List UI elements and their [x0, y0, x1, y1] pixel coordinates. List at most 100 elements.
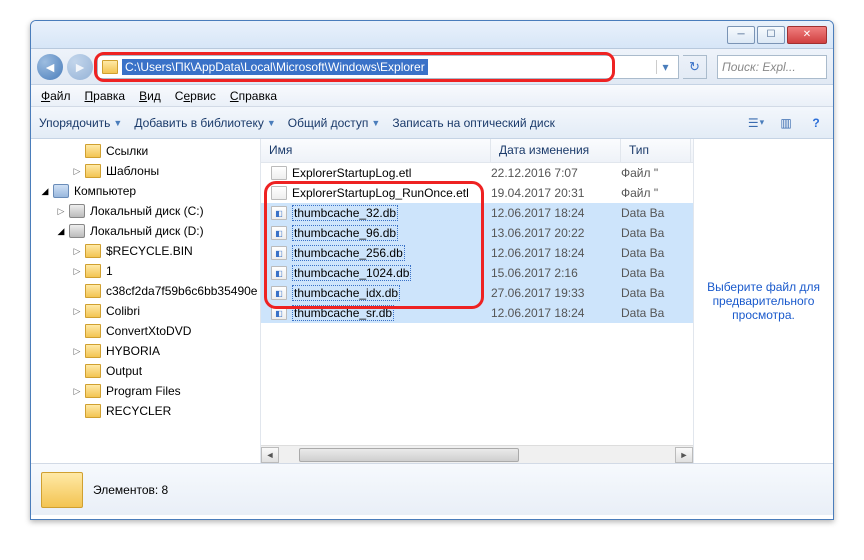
- folder-icon: [85, 144, 101, 158]
- menu-help[interactable]: Справка: [230, 89, 277, 103]
- file-icon: ◧: [271, 306, 287, 320]
- file-icon: [271, 186, 287, 200]
- file-name: thumbcache_1024.db: [292, 265, 411, 281]
- expand-arrow[interactable]: ▷: [71, 306, 83, 317]
- close-button[interactable]: ✕: [787, 26, 827, 44]
- command-bar: Упорядочить ▼ Добавить в библиотеку ▼ Об…: [31, 107, 833, 139]
- file-date: 15.06.2017 2:16: [491, 266, 621, 280]
- address-bar[interactable]: C:\Users\ПК\AppData\Local\Microsoft\Wind…: [97, 55, 679, 79]
- file-name: ExplorerStartupLog.etl: [292, 166, 411, 180]
- file-list: Имя Дата изменения Тип ExplorerStartupLo…: [261, 139, 693, 463]
- address-dropdown[interactable]: ▾: [656, 60, 674, 74]
- scroll-thumb[interactable]: [299, 448, 519, 462]
- tree-label: Colibri: [106, 304, 140, 318]
- titlebar: ─ ☐ ✕: [31, 21, 833, 49]
- expand-arrow[interactable]: ▷: [71, 346, 83, 357]
- view-options-icon[interactable]: ☰▾: [747, 114, 765, 132]
- explorer-window: ─ ☐ ✕ ◄ ► C:\Users\ПК\AppData\Local\Micr…: [30, 20, 834, 520]
- scroll-track[interactable]: [279, 447, 675, 463]
- tree-label: RECYCLER: [106, 404, 171, 418]
- tree-label: HYBORIA: [106, 344, 160, 358]
- expand-arrow[interactable]: ▷: [55, 206, 67, 217]
- tree-node[interactable]: ▷ Colibri: [31, 301, 260, 321]
- expand-arrow[interactable]: ◢: [39, 186, 51, 197]
- file-date: 13.06.2017 20:22: [491, 226, 621, 240]
- nav-tree[interactable]: Ссылки ▷ Шаблоны ◢ Компьютер ▷Локальный диск …: [31, 139, 261, 463]
- help-icon[interactable]: ?: [807, 114, 825, 132]
- tree-node[interactable]: ▷ $RECYCLE.BIN: [31, 241, 260, 261]
- file-icon: ◧: [271, 246, 287, 260]
- add-to-library-button[interactable]: Добавить в библиотеку ▼: [134, 116, 275, 130]
- file-row[interactable]: ◧thumbcache_sr.db12.06.2017 18:24Data Ba: [261, 303, 693, 323]
- address-path: C:\Users\ПК\AppData\Local\Microsoft\Wind…: [122, 59, 428, 75]
- organize-button[interactable]: Упорядочить ▼: [39, 116, 122, 130]
- file-icon: ◧: [271, 226, 287, 240]
- folder-icon: [41, 472, 83, 508]
- menu-view[interactable]: Вид: [139, 89, 161, 103]
- forward-button[interactable]: ►: [67, 54, 93, 80]
- back-button[interactable]: ◄: [37, 54, 63, 80]
- menu-edit[interactable]: Правка: [85, 89, 126, 103]
- maximize-button[interactable]: ☐: [757, 26, 785, 44]
- file-icon: ◧: [271, 206, 287, 220]
- expand-arrow[interactable]: ▷: [71, 386, 83, 397]
- file-date: 22.12.2016 7:07: [491, 166, 621, 180]
- file-row[interactable]: ◧thumbcache_256.db12.06.2017 18:24Data B…: [261, 243, 693, 263]
- minimize-button[interactable]: ─: [727, 26, 755, 44]
- tree-node[interactable]: ▷ HYBORIA: [31, 341, 260, 361]
- expand-arrow[interactable]: ▷: [71, 166, 83, 177]
- tree-node[interactable]: ▷1: [31, 261, 260, 281]
- tree-node[interactable]: ▷ Program Files: [31, 381, 260, 401]
- folder-icon: [85, 364, 101, 378]
- tree-node[interactable]: RECYCLER: [31, 401, 260, 421]
- folder-icon: [85, 344, 101, 358]
- expand-arrow[interactable]: ▷: [71, 266, 83, 277]
- tree-node[interactable]: Output: [31, 361, 260, 381]
- file-rows[interactable]: ExplorerStartupLog.etl22.12.2016 7:07Фай…: [261, 163, 693, 445]
- share-button[interactable]: Общий доступ ▼: [288, 116, 381, 130]
- file-row[interactable]: ExplorerStartupLog.etl22.12.2016 7:07Фай…: [261, 163, 693, 183]
- file-name: thumbcache_idx.db: [292, 285, 400, 301]
- file-name: thumbcache_96.db: [292, 225, 398, 241]
- menu-bar: ФФайлайл Правка Вид Сервис Справка: [31, 85, 833, 107]
- tree-label: Шаблоны: [106, 164, 159, 178]
- file-type: Data Ba: [621, 286, 691, 300]
- preview-pane-icon[interactable]: ▥: [777, 114, 795, 132]
- horizontal-scrollbar[interactable]: ◄ ►: [261, 445, 693, 463]
- tree-node[interactable]: ConvertXtoDVD: [31, 321, 260, 341]
- tree-node[interactable]: c38cf2da7f59b6c6bb35490e: [31, 281, 260, 301]
- file-row[interactable]: ExplorerStartupLog_RunOnce.etl19.04.2017…: [261, 183, 693, 203]
- expand-arrow[interactable]: ▷: [71, 246, 83, 257]
- tree-label: Program Files: [106, 384, 181, 398]
- file-row[interactable]: ◧thumbcache_32.db12.06.2017 18:24Data Ba: [261, 203, 693, 223]
- col-name[interactable]: Имя: [261, 139, 491, 162]
- file-date: 19.04.2017 20:31: [491, 186, 621, 200]
- col-type[interactable]: Тип: [621, 139, 691, 162]
- preview-text: Выберите файл для предварительного просм…: [702, 280, 825, 322]
- body: Ссылки ▷ Шаблоны ◢ Компьютер ▷Локальный диск …: [31, 139, 833, 463]
- tree-node[interactable]: ▷ Шаблоны: [31, 161, 260, 181]
- search-input[interactable]: Поиск: Expl...: [717, 55, 827, 79]
- tree-node[interactable]: Ссылки: [31, 141, 260, 161]
- menu-file[interactable]: ФФайлайл: [41, 89, 71, 103]
- tree-node[interactable]: ◢Локальный диск (D:): [31, 221, 260, 241]
- tree-label: Output: [106, 364, 142, 378]
- expand-arrow[interactable]: ◢: [55, 226, 67, 237]
- folder-icon: [85, 264, 101, 278]
- file-row[interactable]: ◧thumbcache_idx.db27.06.2017 19:33Data B…: [261, 283, 693, 303]
- tree-node[interactable]: ▷Локальный диск (C:): [31, 201, 260, 221]
- menu-tools[interactable]: Сервис: [175, 89, 216, 103]
- column-headers[interactable]: Имя Дата изменения Тип: [261, 139, 693, 163]
- file-date: 27.06.2017 19:33: [491, 286, 621, 300]
- scroll-left[interactable]: ◄: [261, 447, 279, 463]
- tree-node[interactable]: ◢ Компьютер: [31, 181, 260, 201]
- file-row[interactable]: ◧thumbcache_96.db13.06.2017 20:22Data Ba: [261, 223, 693, 243]
- scroll-right[interactable]: ►: [675, 447, 693, 463]
- search-placeholder: Поиск: Expl...: [722, 60, 796, 74]
- refresh-button[interactable]: ↻: [683, 55, 707, 79]
- tree-label: $RECYCLE.BIN: [106, 244, 193, 258]
- col-date[interactable]: Дата изменения: [491, 139, 621, 162]
- burn-button[interactable]: Записать на оптический диск: [392, 116, 555, 130]
- file-row[interactable]: ◧thumbcache_1024.db15.06.2017 2:16Data B…: [261, 263, 693, 283]
- tree-label: Компьютер: [74, 184, 136, 198]
